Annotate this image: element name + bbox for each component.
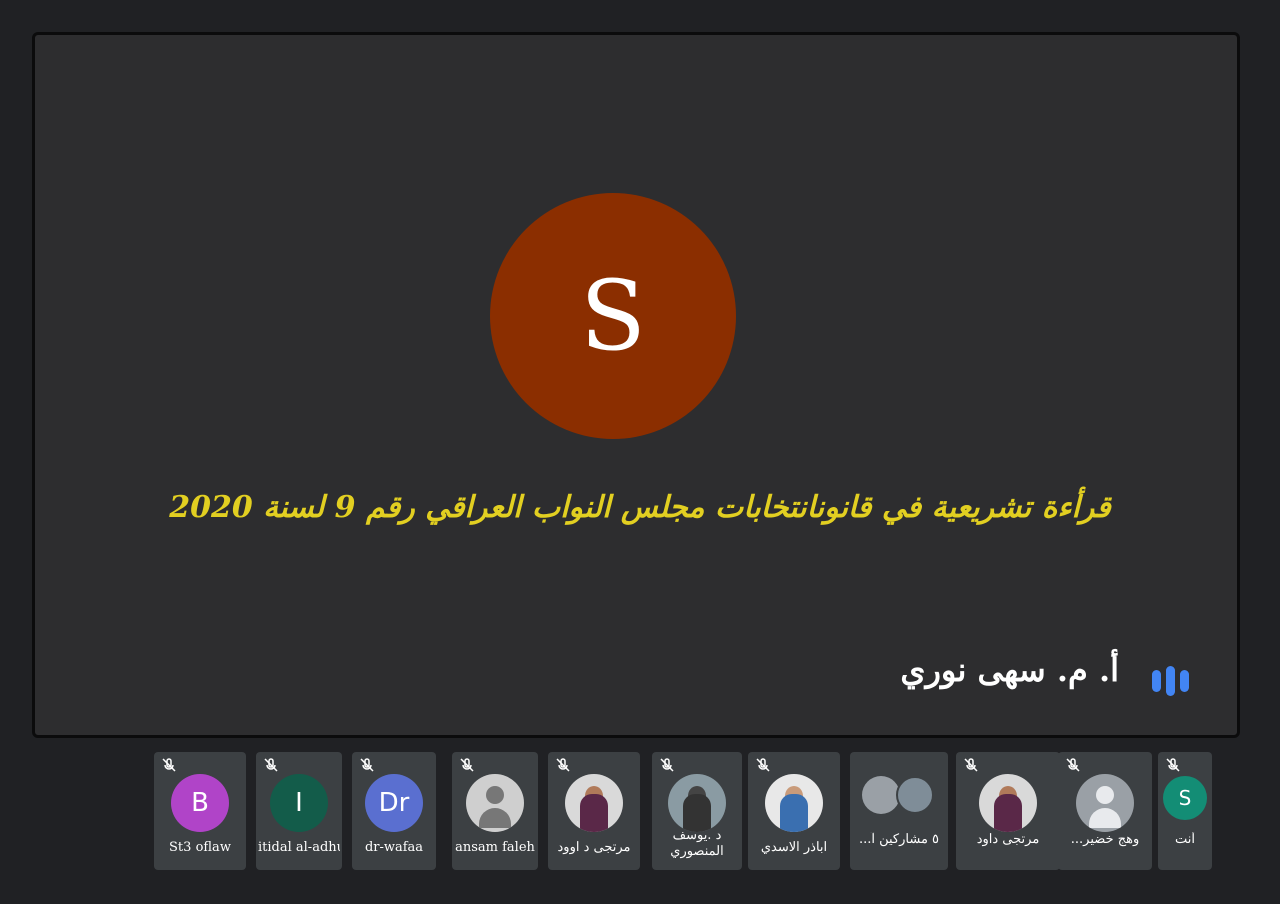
mic-off-icon: [556, 758, 570, 772]
participant-name: أنت: [1175, 832, 1195, 847]
mic-off-icon: [964, 758, 978, 772]
participant-name: St3 oflaw: [169, 840, 231, 855]
participant-name: itidal al-adhub: [258, 840, 340, 855]
participant-tile-self[interactable]: S أنت: [1158, 752, 1212, 870]
participant-tile[interactable]: اباذر الاسدي: [748, 752, 840, 870]
main-speaker-tile[interactable]: S قرأءة تشريعية في قانونانتخابات مجلس ال…: [32, 32, 1240, 738]
participant-name: وهج خضير...: [1070, 832, 1140, 847]
participant-name: dr-wafaa: [364, 840, 424, 855]
avatar-photo: [668, 774, 726, 832]
speaker-avatar: S: [490, 193, 736, 439]
participant-tile[interactable]: وهج خضير...: [1058, 752, 1152, 870]
avatar-photo: [979, 774, 1037, 832]
avatar-photo: [565, 774, 623, 832]
participant-tile[interactable]: I itidal al-adhub: [256, 752, 342, 870]
mic-off-icon: [756, 758, 770, 772]
group-avatar-icon: [896, 776, 934, 814]
participant-tile[interactable]: مرتجى داود: [956, 752, 1060, 870]
avatar-photo: [466, 774, 524, 832]
mic-off-icon: [264, 758, 278, 772]
participant-name: مرتجى د اوود: [557, 840, 631, 855]
avatar: S: [1163, 776, 1207, 820]
avatar: I: [270, 774, 328, 832]
participant-name: د .يوسف المنصوري: [670, 828, 724, 859]
presenter-name: أ. م. سهى نوري: [900, 651, 1119, 689]
presentation-title: قرأءة تشريعية في قانونانتخابات مجلس النو…: [169, 490, 1111, 525]
participant-name: ansam faleh: [455, 840, 535, 855]
participant-name: ٥ مشاركين آ...: [858, 832, 940, 847]
participant-tile[interactable]: مرتجى د اوود: [548, 752, 640, 870]
avatar: Dr: [365, 774, 423, 832]
participant-tile[interactable]: ansam faleh: [452, 752, 538, 870]
mic-off-icon: [1166, 758, 1180, 772]
avatar: B: [171, 774, 229, 832]
mic-off-icon: [660, 758, 674, 772]
avatar-generic-icon: [1076, 774, 1134, 832]
speaking-indicator-icon: [1139, 657, 1201, 705]
mic-off-icon: [360, 758, 374, 772]
group-avatar-icon: [862, 776, 900, 814]
participant-name: اباذر الاسدي: [760, 840, 828, 855]
mic-off-icon: [162, 758, 176, 772]
mic-off-icon: [460, 758, 474, 772]
participant-tile[interactable]: د .يوسف المنصوري: [652, 752, 742, 870]
participant-tile[interactable]: Dr dr-wafaa: [352, 752, 436, 870]
participant-name: مرتجى داود: [976, 832, 1040, 847]
mic-off-icon: [1066, 758, 1080, 772]
avatar-photo: [765, 774, 823, 832]
participant-group-tile[interactable]: ٥ مشاركين آ...: [850, 752, 948, 870]
participant-tile[interactable]: B St3 oflaw: [154, 752, 246, 870]
